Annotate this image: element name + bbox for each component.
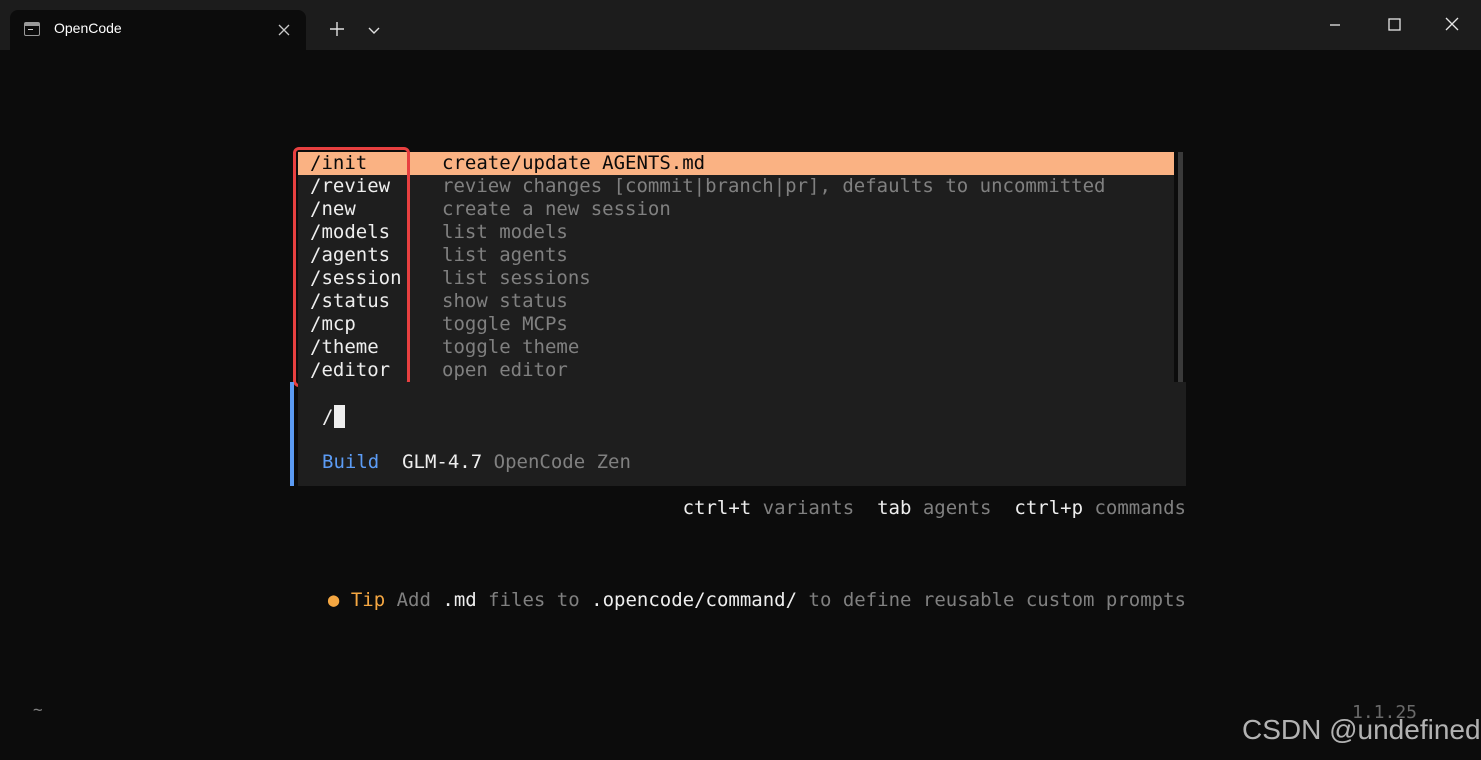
key-hints: ctrl+t variants tab agents ctrl+p comman… [600,496,1186,520]
command-menu-item[interactable]: /agents list agents [298,244,1174,267]
command-description: review changes [commit|branch|pr], defau… [442,175,1106,197]
command-menu-item[interactable]: /session list sessions [298,267,1174,290]
command-description: toggle MCPs [442,313,568,335]
text-cursor [334,405,345,428]
command-description: open editor [442,359,568,381]
command-highlight-box [293,147,410,387]
hint-key: ctrl+t [682,497,752,519]
command-description: create/update AGENTS.md [442,152,706,174]
status-line: Build GLM-4.7 OpenCode Zen [322,450,631,474]
minimize-icon [1330,24,1340,26]
minimize-button[interactable] [1318,8,1352,42]
provider-name: OpenCode Zen [493,451,631,473]
command-menu-item[interactable]: /editor open editor [298,359,1174,382]
tab-dropdown-button[interactable] [360,16,388,44]
tip-text: to define reusable custom prompts [808,589,1187,611]
close-window-button[interactable] [1435,8,1469,42]
model-name[interactable]: GLM-4.7 [402,451,482,473]
tip-emphasis: .opencode/command/ [591,589,798,611]
new-tab-button[interactable] [322,14,352,44]
tab-title: OpenCode [54,20,122,36]
command-menu-scrollbar[interactable] [1178,152,1183,382]
plus-icon [330,22,344,36]
command-menu-item[interactable]: /new create a new session [298,198,1174,221]
hint-label: variants [762,497,855,519]
command-menu-item[interactable]: /status show status [298,290,1174,313]
command-description: list agents [442,244,568,266]
command-menu-item[interactable]: /theme toggle theme [298,336,1174,359]
maximize-icon [1388,18,1401,31]
command-menu-item[interactable]: /init create/update AGENTS.md [298,152,1174,175]
tip-label: Tip [350,589,386,611]
input-accent-bar [290,382,294,486]
agent-name[interactable]: Build [322,451,379,473]
close-tab-button[interactable] [272,18,296,42]
tip-text: Add [396,589,431,611]
command-description: show status [442,290,568,312]
command-description: list models [442,221,568,243]
tab-opencode[interactable]: OpenCode [10,10,306,50]
command-menu-item[interactable]: /models list models [298,221,1174,244]
prompt-input[interactable]: / [322,404,333,430]
command-description: create a new session [442,198,671,220]
chevron-down-icon [368,27,380,34]
tip-emphasis: .md [442,589,477,611]
tip-line: ● Tip Add .md files to .opencode/command… [284,588,1186,612]
command-menu-item[interactable]: /review review changes [commit|branch|pr]… [298,175,1174,198]
hint-key: ctrl+p [1014,497,1084,519]
cwd-indicator: ~ [33,700,43,719]
hint-label: agents [922,497,992,519]
maximize-button[interactable] [1377,8,1411,42]
title-bar: OpenCode [0,0,1481,50]
command-description: list sessions [442,267,591,289]
close-icon [1445,17,1459,31]
terminal-icon [24,22,40,36]
close-icon [278,24,290,36]
tip-text: files to [488,589,580,611]
hint-label: commands [1094,497,1186,519]
tip-bullet: ● [327,589,340,611]
command-menu-item[interactable]: /mcp toggle MCPs [298,313,1174,336]
command-description: toggle theme [442,336,580,358]
command-menu: /init create/update AGENTS.md/review revie… [298,152,1174,382]
hint-key: tab [877,497,912,519]
watermark: CSDN @undefined [1242,714,1481,745]
